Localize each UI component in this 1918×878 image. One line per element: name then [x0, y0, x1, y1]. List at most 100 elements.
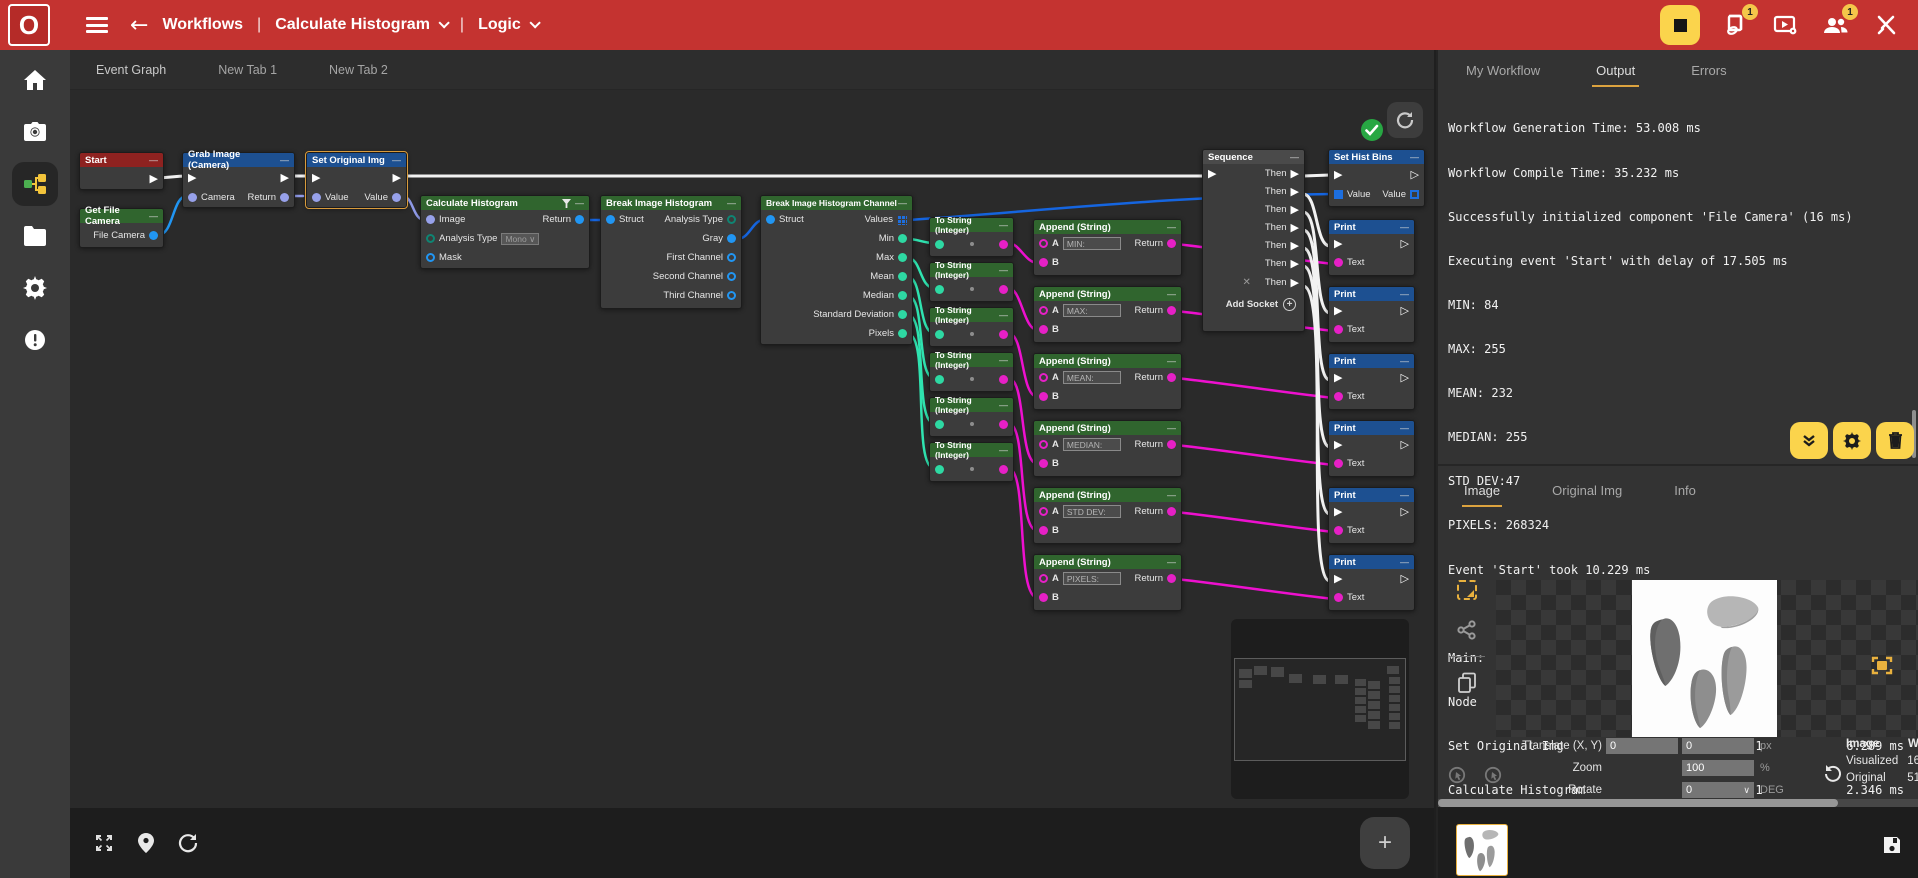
input-port[interactable] [1039, 593, 1048, 602]
node-to-string[interactable]: To String (Integer)— [929, 397, 1014, 437]
append-a-field[interactable]: MAX: [1063, 304, 1121, 317]
minimize-icon[interactable]: — [1400, 222, 1409, 232]
output-port[interactable] [1167, 306, 1176, 315]
minimize-icon[interactable]: — [149, 211, 158, 221]
input-port[interactable] [1334, 459, 1343, 468]
input-port[interactable] [1334, 526, 1343, 535]
back-icon[interactable]: ← [130, 13, 148, 38]
tab-new-tab-2[interactable]: New Tab 2 [303, 50, 414, 89]
node-sequence[interactable]: Sequence— ▶Then▶ Then▶ Then▶ Then▶ Then▶… [1202, 149, 1305, 332]
minimap[interactable] [1231, 619, 1409, 799]
node-print[interactable]: Print— ▶▷ Text [1328, 420, 1415, 477]
exec-out-port[interactable]: ▶ [1291, 204, 1299, 215]
node-print[interactable]: Print— ▶▷ Text [1328, 286, 1415, 343]
exec-out-port[interactable]: ▶ [1291, 186, 1299, 197]
input-port[interactable] [935, 330, 944, 339]
minimize-icon[interactable]: — [999, 265, 1008, 275]
exec-in-port[interactable]: ▶ [1334, 169, 1342, 180]
output-port[interactable] [392, 193, 401, 202]
exec-in-port[interactable]: ▶ [1208, 168, 1216, 179]
output-port[interactable] [1167, 507, 1176, 516]
translate-x-input[interactable] [1606, 738, 1678, 754]
node-break-image-histogram-channel[interactable]: Break Image Histogram Channel— StructVal… [760, 195, 913, 345]
exec-out-port[interactable]: ▷ [1401, 238, 1409, 249]
output-port[interactable] [999, 375, 1008, 384]
exec-out-port[interactable]: ▶ [1291, 258, 1299, 269]
sidebar-item-home[interactable] [0, 58, 70, 102]
input-port[interactable] [935, 285, 944, 294]
input-port[interactable] [426, 234, 435, 243]
minimize-icon[interactable]: — [1167, 423, 1176, 433]
node-print[interactable]: Print— ▶▷ Text [1328, 219, 1415, 276]
select-region-tool[interactable] [1438, 570, 1496, 610]
output-port[interactable] [898, 253, 907, 262]
node-break-image-histogram[interactable]: Break Image Histogram— StructAnalysis Ty… [600, 195, 742, 309]
clear-console-button[interactable] [1876, 422, 1914, 459]
minimize-icon[interactable]: — [999, 400, 1008, 410]
input-port[interactable] [1334, 325, 1343, 334]
input-port[interactable] [1039, 306, 1048, 315]
input-port[interactable] [1039, 440, 1048, 449]
input-port[interactable] [312, 193, 321, 202]
output-port[interactable] [999, 420, 1008, 429]
node-graph-canvas[interactable]: Start— ▶ Get File Camera— File Camera Gr… [70, 90, 1434, 808]
exec-out-port[interactable]: ▶ [150, 173, 158, 184]
node-print[interactable]: Print— ▶▷ Text [1328, 554, 1415, 611]
input-port[interactable] [606, 215, 615, 224]
exec-in-port[interactable]: ▶ [1334, 238, 1342, 249]
output-port[interactable] [898, 329, 907, 338]
minimize-icon[interactable]: — [575, 198, 584, 208]
output-port[interactable] [727, 291, 736, 300]
input-port[interactable] [935, 240, 944, 249]
input-port[interactable] [935, 375, 944, 384]
input-port[interactable] [1334, 392, 1343, 401]
minimize-icon[interactable]: — [280, 155, 289, 165]
exec-in-port[interactable]: ▶ [1334, 305, 1342, 316]
exec-out-port[interactable]: ▷ [1401, 305, 1409, 316]
reload-icon[interactable] [178, 833, 198, 853]
minimize-icon[interactable]: — [1400, 356, 1409, 366]
sidebar-item-workflows[interactable] [0, 162, 70, 206]
stop-button[interactable] [1660, 5, 1700, 45]
fit-view-icon[interactable] [94, 833, 114, 853]
minimize-icon[interactable]: — [999, 445, 1008, 455]
minimize-icon[interactable]: — [999, 220, 1008, 230]
input-port[interactable] [1039, 574, 1048, 583]
analysis-type-dropdown[interactable]: Mono ∨ [501, 233, 539, 245]
append-a-field[interactable]: MEDIAN: [1063, 438, 1121, 451]
input-port[interactable] [1039, 325, 1048, 334]
append-a-field[interactable]: MIN: [1063, 237, 1121, 250]
sidebar-item-settings[interactable] [0, 266, 70, 310]
output-port[interactable] [727, 253, 736, 262]
locate-icon[interactable] [138, 833, 154, 853]
minimize-icon[interactable]: — [1400, 490, 1409, 500]
node-calculate-histogram[interactable]: Calculate Histogram — ImageReturn Analys… [420, 195, 590, 269]
input-port[interactable] [1039, 507, 1048, 516]
tab-event-graph[interactable]: Event Graph [70, 50, 192, 89]
minimize-icon[interactable]: — [727, 198, 736, 208]
node-set-hist-bins[interactable]: Set Hist Bins— ▶▷ ValueValue [1328, 149, 1425, 207]
output-port[interactable] [280, 193, 289, 202]
input-port[interactable] [1039, 239, 1048, 248]
node-append-string[interactable]: Append (String)— AMEDIAN:Return B [1033, 420, 1182, 477]
node-to-string[interactable]: To String (Integer)— [929, 217, 1014, 257]
section-dropdown[interactable]: Logic [478, 16, 521, 34]
tab-output[interactable]: Output [1568, 50, 1663, 90]
tab-my-workflow[interactable]: My Workflow [1438, 50, 1568, 90]
exec-out-port[interactable]: ▶ [281, 172, 289, 183]
tab-errors[interactable]: Errors [1663, 50, 1754, 90]
minimize-icon[interactable]: — [1167, 289, 1176, 299]
node-append-string[interactable]: Append (String)— ASTD DEV:Return B [1033, 487, 1182, 544]
refresh-graph-button[interactable] [1387, 102, 1423, 138]
zoom-input[interactable] [1682, 760, 1754, 776]
video-settings-icon[interactable] [1772, 11, 1800, 39]
tab-info[interactable]: Info [1648, 470, 1722, 510]
node-to-string[interactable]: To String (Integer)— [929, 442, 1014, 482]
translate-y-input[interactable] [1682, 738, 1754, 754]
minimize-icon[interactable]: — [1167, 222, 1176, 232]
remove-socket-icon[interactable]: ✕ [1242, 277, 1250, 288]
exec-out-port[interactable]: ▷ [1401, 372, 1409, 383]
report-link-icon[interactable]: 1 [1722, 11, 1750, 39]
minimize-icon[interactable]: — [1167, 356, 1176, 366]
output-port[interactable] [898, 310, 907, 319]
